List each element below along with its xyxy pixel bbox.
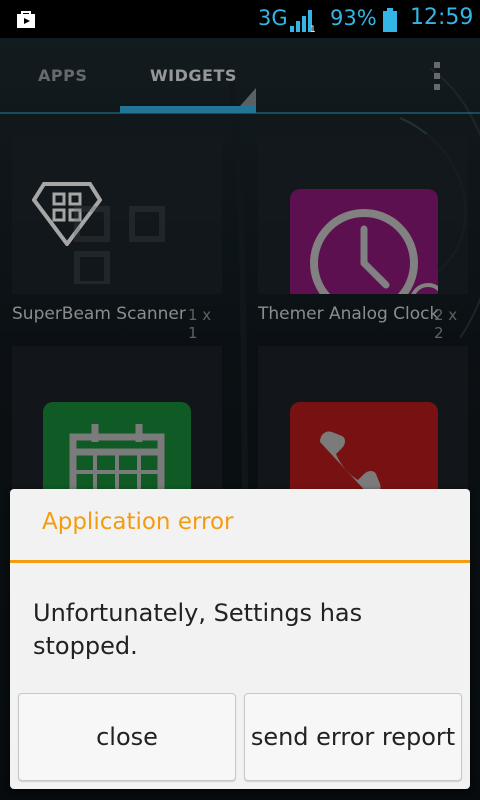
error-dialog: Application error Unfortunately, Setting… — [10, 489, 470, 789]
dialog-title-divider — [10, 560, 470, 563]
network-type: 3G — [258, 6, 288, 30]
battery-icon — [383, 8, 397, 32]
clock: 12:59 — [410, 5, 474, 30]
status-bar: 3G 1 93% 12:59 — [0, 0, 480, 38]
store-bag-icon — [17, 11, 35, 28]
dialog-message: Unfortunately, Settings has stopped. — [33, 599, 363, 660]
send-error-report-button[interactable]: send error report — [244, 693, 462, 781]
battery-percent: 93% — [330, 6, 377, 30]
dialog-title: Application error — [42, 509, 234, 535]
signal-icon: 1 — [290, 10, 316, 32]
close-button[interactable]: close — [18, 693, 236, 781]
svg-text:1: 1 — [310, 25, 316, 32]
